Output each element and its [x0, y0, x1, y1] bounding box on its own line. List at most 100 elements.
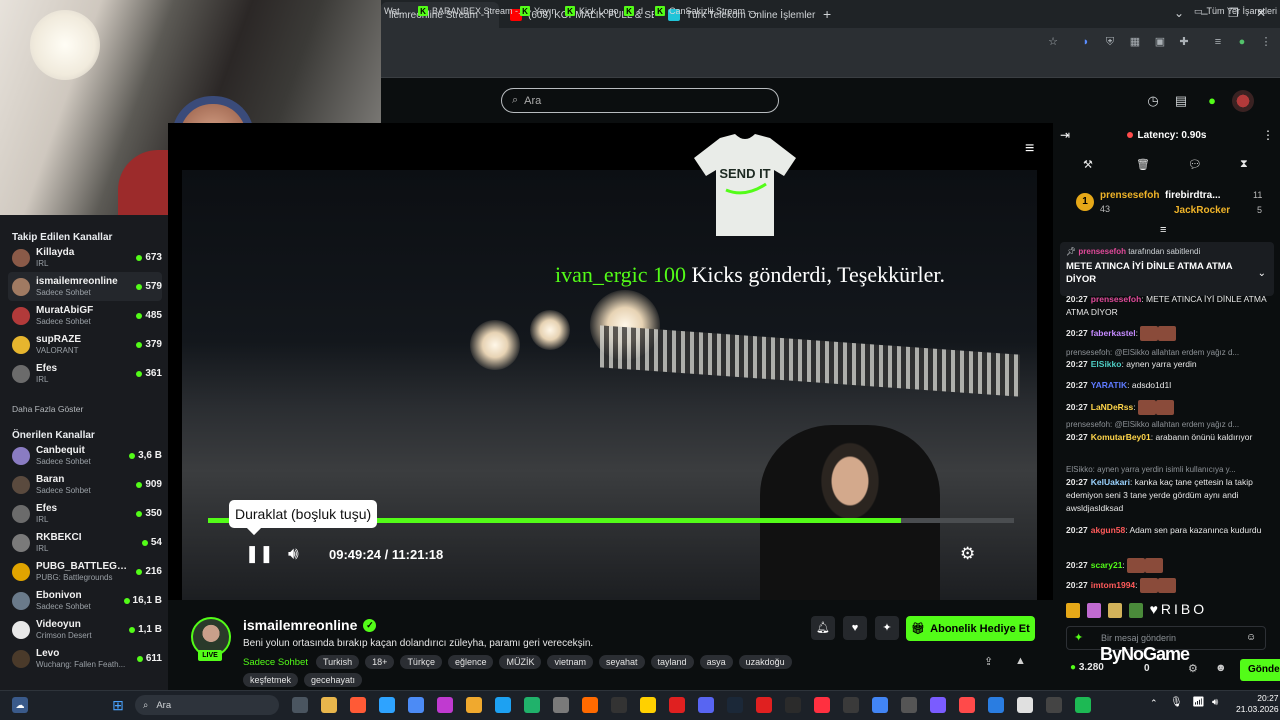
- media-icon[interactable]: ≡: [1210, 34, 1226, 50]
- chat-menu-icon[interactable]: ⋮: [1262, 128, 1274, 142]
- chat-username[interactable]: prensesefoh: [1091, 294, 1142, 304]
- chevron-down-icon[interactable]: ⌄: [1174, 6, 1184, 20]
- chat-username[interactable]: KomutarBey01: [1091, 432, 1151, 442]
- taskbar-app-icon[interactable]: [350, 697, 366, 713]
- sidebar-channel[interactable]: PUBG_BATTLEGRO... PUBG: Battlegrounds 216: [8, 557, 162, 586]
- notification-bell-button[interactable]: 🔔︎: [811, 616, 835, 640]
- tag[interactable]: Turkish: [315, 655, 360, 669]
- tag[interactable]: keşfetmek: [243, 673, 299, 687]
- extension-icon[interactable]: ▣: [1152, 34, 1168, 50]
- new-tab-button[interactable]: +: [823, 6, 831, 22]
- taskbar-app-icon[interactable]: [321, 697, 337, 713]
- trash-icon[interactable]: 🗑︎: [1136, 158, 1150, 171]
- taskbar-app-icon[interactable]: [292, 697, 308, 713]
- emote-icon[interactable]: ☻: [1215, 662, 1227, 674]
- taskbar-app-icon[interactable]: [524, 697, 540, 713]
- menu-icon[interactable]: ≡: [1025, 140, 1034, 158]
- taskbar-app-icon[interactable]: [669, 697, 685, 713]
- taskbar-app-icon[interactable]: [959, 697, 975, 713]
- extension-icon[interactable]: ▦: [1127, 34, 1143, 50]
- bookmark[interactable]: K Kick Logo: [565, 3, 619, 19]
- chevron-up-icon[interactable]: ⌃: [1150, 698, 1158, 709]
- volume-icon[interactable]: 🔊︎: [288, 544, 299, 564]
- taskbar-app-icon[interactable]: [408, 697, 424, 713]
- gift-subscription-button[interactable]: 🎁︎ Abonelik Hediye Et: [906, 616, 1035, 641]
- taskbar-app-icon[interactable]: [756, 697, 772, 713]
- bookmark[interactable]: K CanSakizlii Stream -...: [655, 3, 758, 19]
- taskbar-app-icon[interactable]: [466, 697, 482, 713]
- taskbar-app-icon[interactable]: [495, 697, 511, 713]
- hourglass-icon[interactable]: ⧗: [1240, 158, 1248, 171]
- sidebar-channel[interactable]: Levo Wuchang: Fallen Feath... 611: [8, 644, 162, 673]
- taskbar-app-icon[interactable]: [785, 697, 801, 713]
- leader-name[interactable]: prensesefoh: [1100, 190, 1159, 201]
- leader-name[interactable]: JackRocker: [1174, 205, 1230, 216]
- report-icon[interactable]: ▲: [1015, 655, 1026, 667]
- sidebar-channel[interactable]: Killayda IRL 673: [8, 243, 162, 272]
- bookmark[interactable]: K Yayın: [520, 3, 556, 19]
- sidebar-channel[interactable]: Efes IRL 350: [8, 499, 162, 528]
- volume-icon[interactable]: 🔊︎: [1212, 697, 1218, 708]
- taskbar-app-icon[interactable]: [640, 697, 656, 713]
- taskbar-app-icon[interactable]: [901, 697, 917, 713]
- bookmark[interactable]: K BARANBEX Stream -...: [418, 3, 526, 19]
- chat-username[interactable]: ElSikko: [1091, 359, 1122, 369]
- taskbar-app-icon[interactable]: [379, 697, 395, 713]
- tag[interactable]: uzakdoğu: [738, 655, 792, 669]
- tag[interactable]: gecehayatı: [304, 673, 363, 687]
- chat-username[interactable]: faberkastel: [1091, 328, 1136, 338]
- tag[interactable]: MÜZİK: [499, 655, 542, 669]
- sidebar-channel[interactable]: Efes IRL 361: [8, 359, 162, 388]
- follow-heart-button[interactable]: ♥: [843, 616, 867, 640]
- taskbar-app-icon[interactable]: [727, 697, 743, 713]
- tag[interactable]: Türkçe: [400, 655, 442, 669]
- chat-username[interactable]: YARATIK: [1091, 380, 1127, 390]
- taskbar-app-icon[interactable]: [437, 697, 453, 713]
- sidebar-channel[interactable]: supRAZE VALORANT 379: [8, 330, 162, 359]
- start-button[interactable]: ⊞: [110, 697, 126, 713]
- weather-icon[interactable]: ☁: [12, 697, 28, 713]
- shield-icon[interactable]: ⛨: [1102, 34, 1118, 50]
- share-icon[interactable]: ⇪: [984, 655, 993, 668]
- profile-icon[interactable]: ●: [1234, 34, 1250, 50]
- tag[interactable]: tayland: [650, 655, 694, 669]
- sidebar-channel[interactable]: Ebonivon Sadece Sohbet 16,1 B: [8, 586, 162, 615]
- sidebar-channel[interactable]: MuratAbiGF Sadece Sohbet 485: [8, 301, 162, 330]
- clock-icon[interactable]: ◷: [1145, 93, 1161, 109]
- tag[interactable]: asya: [699, 655, 733, 669]
- bookmark-star-icon[interactable]: ☆: [1045, 34, 1061, 50]
- taskbar-app-icon[interactable]: [582, 697, 598, 713]
- settings-gear-icon[interactable]: ⚙: [1188, 662, 1198, 675]
- taskbar-app-icon[interactable]: [930, 697, 946, 713]
- menu-icon[interactable]: ⋮: [1258, 34, 1274, 50]
- chat-bubble-icon[interactable]: 💬︎: [1188, 158, 1202, 171]
- pause-button[interactable]: ❚❚: [245, 544, 274, 564]
- taskbar-app-icon[interactable]: [611, 697, 627, 713]
- chat-username[interactable]: akgun58: [1091, 525, 1126, 535]
- settings-gear-icon[interactable]: ⚙: [960, 544, 975, 564]
- sidebar-channel[interactable]: ismailemreonline Sadece Sohbet 579: [8, 272, 162, 301]
- clock[interactable]: 20:27 21.03.2026: [1236, 693, 1279, 715]
- chat-username[interactable]: imtom1994: [1091, 580, 1135, 590]
- emote-bar[interactable]: ♥RIBO: [1066, 601, 1274, 621]
- bookmark[interactable]: Kd: [624, 3, 643, 19]
- sidebar-channel[interactable]: Baran Sadece Sohbet 909: [8, 470, 162, 499]
- chevron-down-icon[interactable]: ⌄: [1258, 268, 1266, 279]
- puzzle-icon[interactable]: ✚: [1176, 34, 1192, 50]
- sidebar-channel[interactable]: Canbequit Sadece Sohbet 3,6 B: [8, 441, 162, 470]
- sidebar-channel[interactable]: Videoyun Crimson Desert 1,1 B: [8, 615, 162, 644]
- chat-username[interactable]: scary21: [1091, 560, 1123, 570]
- kicks-balance[interactable]: ● 3.280: [1070, 662, 1104, 673]
- taskbar-app-icon[interactable]: [814, 697, 830, 713]
- all-bookmarks[interactable]: ▭ Tüm Yer İşaretleri: [1194, 3, 1277, 19]
- bookmark[interactable]: Wat...: [384, 3, 407, 19]
- taskbar-app-icon[interactable]: [1075, 697, 1091, 713]
- taskbar-app-icon[interactable]: [698, 697, 714, 713]
- chat-username[interactable]: KelUakari: [1091, 477, 1130, 487]
- tag[interactable]: eğlence: [447, 655, 494, 669]
- sidebar-channel[interactable]: RKBEKCI IRL 54: [8, 528, 162, 557]
- wifi-icon[interactable]: 📶︎: [1192, 697, 1205, 708]
- taskbar-app-icon[interactable]: [988, 697, 1004, 713]
- emoji-icon[interactable]: ☺: [1246, 632, 1256, 643]
- search-input[interactable]: ⌕ Ara: [501, 88, 779, 113]
